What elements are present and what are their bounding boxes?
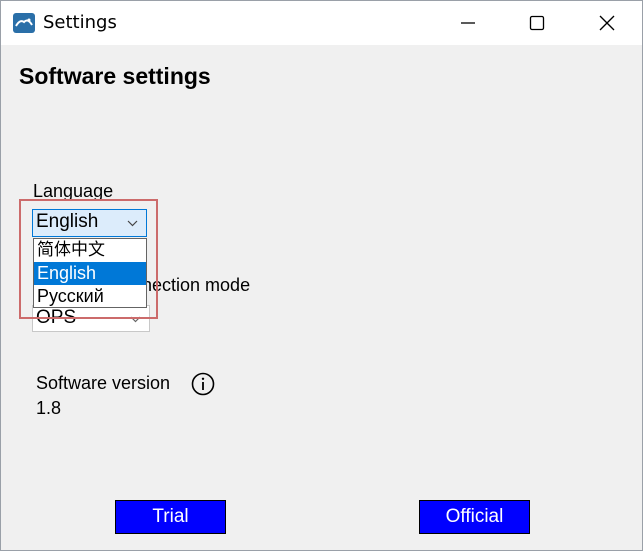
app-logo-icon <box>13 13 35 33</box>
close-button[interactable] <box>572 1 642 45</box>
title-bar[interactable]: Settings <box>1 1 642 45</box>
window-title: Settings <box>43 12 117 33</box>
software-version-value: 1.8 <box>36 398 62 418</box>
trial-button[interactable]: Trial <box>115 500 226 534</box>
maximize-icon <box>529 15 545 31</box>
info-icon[interactable] <box>191 372 215 396</box>
official-button[interactable]: Official <box>419 500 530 534</box>
software-version-label: Software version <box>36 373 171 393</box>
settings-window: Settings Software settings Language nnec… <box>0 0 643 551</box>
minimize-button[interactable] <box>433 1 503 45</box>
page-heading: Software settings <box>19 63 211 89</box>
annotation-highlight-box <box>19 199 158 319</box>
close-icon <box>599 15 615 31</box>
maximize-button[interactable] <box>502 1 572 45</box>
minimize-icon <box>461 22 475 24</box>
